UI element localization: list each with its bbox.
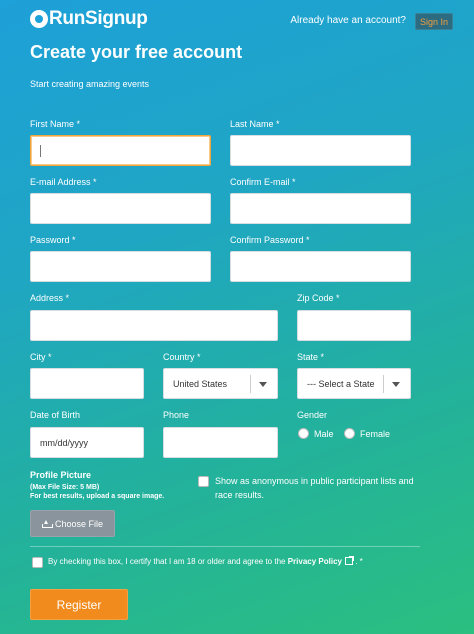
email-input[interactable] (30, 193, 211, 224)
consent-checkbox[interactable] (32, 557, 43, 568)
confirm-password-label: Confirm Password * (230, 235, 310, 245)
select-divider (383, 375, 384, 393)
anonymous-label-line2: race results. (215, 490, 265, 500)
dob-placeholder: mm/dd/yyyy (40, 437, 89, 448)
profile-max-size: (Max File Size: 5 MB) (30, 484, 100, 491)
gender-female-option[interactable]: Female (344, 428, 390, 439)
text-cursor (40, 144, 41, 157)
consent-text: By checking this box, I certify that I a… (48, 557, 286, 566)
country-selected: United States (173, 378, 228, 389)
consent-suffix: . * (355, 557, 363, 566)
state-select[interactable]: --- Select a State (297, 368, 411, 399)
consent-text-container: By checking this box, I certify that I a… (48, 556, 363, 566)
account-prompt: Already have an account? (290, 15, 406, 26)
password-input[interactable] (30, 251, 211, 282)
zip-label: Zip Code * (297, 293, 340, 303)
dob-label: Date of Birth (30, 410, 81, 420)
address-input[interactable] (30, 310, 278, 341)
profile-hint: For best results, upload a square image. (30, 493, 165, 500)
zip-input[interactable] (297, 310, 411, 341)
state-selected: --- Select a State (307, 378, 375, 389)
city-input[interactable] (30, 368, 144, 399)
profile-picture-title: Profile Picture (30, 470, 92, 480)
country-select[interactable]: United States (163, 368, 278, 399)
confirm-email-label: Confirm E-mail * (230, 177, 296, 187)
page-title: Create your free account (30, 42, 243, 62)
address-label: Address * (30, 293, 70, 303)
state-label: State * (297, 352, 325, 362)
upload-icon (41, 519, 53, 528)
confirm-email-input[interactable] (230, 193, 411, 224)
chevron-down-icon (259, 382, 267, 387)
logo-text: RunSignup (49, 8, 148, 29)
sign-in-button[interactable]: Sign In (415, 13, 453, 30)
select-divider (250, 375, 251, 393)
anonymous-checkbox[interactable] (198, 476, 209, 487)
gender-label: Gender (297, 410, 328, 420)
choose-file-button[interactable]: Choose File (30, 510, 115, 537)
gender-male-option[interactable]: Male (298, 428, 334, 439)
radio-male[interactable] (298, 428, 309, 439)
radio-female[interactable] (344, 428, 355, 439)
anonymous-label-line1: Show as anonymous in public participant … (215, 476, 414, 486)
register-button[interactable]: Register (30, 589, 128, 620)
external-link-icon (344, 556, 354, 565)
runsignup-logo[interactable]: RunSignup (30, 8, 148, 30)
last-name-input[interactable] (230, 135, 411, 166)
section-divider (30, 546, 420, 547)
phone-input[interactable] (163, 427, 278, 458)
city-label: City * (30, 352, 52, 362)
privacy-policy-link[interactable]: Privacy Policy (288, 557, 342, 566)
country-label: Country * (163, 352, 201, 362)
phone-label: Phone (163, 410, 190, 420)
first-name-input[interactable] (30, 135, 211, 166)
gender-male-label: Male (314, 428, 334, 439)
page-subtitle: Start creating amazing events (30, 79, 150, 89)
dob-input[interactable]: mm/dd/yyyy (30, 427, 144, 458)
password-label: Password * (30, 235, 76, 245)
logo-icon (30, 10, 48, 28)
gender-female-label: Female (360, 428, 391, 439)
confirm-password-input[interactable] (230, 251, 411, 282)
choose-file-label: Choose File (54, 518, 104, 529)
first-name-label: First Name * (30, 119, 81, 129)
email-label: E-mail Address * (30, 177, 97, 187)
chevron-down-icon (392, 382, 400, 387)
last-name-label: Last Name * (230, 119, 280, 129)
